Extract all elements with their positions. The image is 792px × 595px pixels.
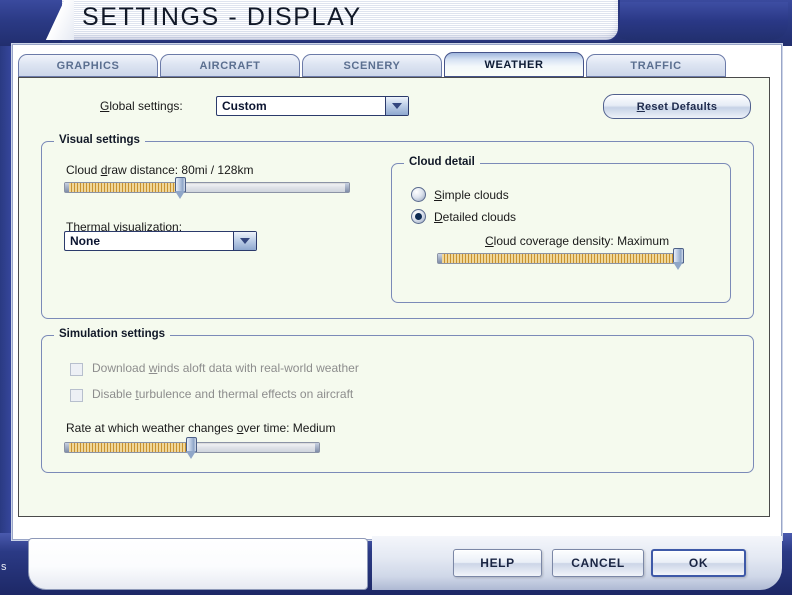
cloud-coverage-density-value: Maximum	[617, 234, 670, 248]
tab-scenery-label: SCENERY	[343, 59, 401, 72]
slider-fill	[65, 443, 192, 452]
slider-thumb-tip	[186, 451, 196, 459]
checkbox-disable-turbulence-label: Disable turbulence and thermal effects o…	[92, 387, 354, 401]
tab-strip: GRAPHICS AIRCRAFT SCENERY WEATHER TRAFFI…	[18, 52, 770, 78]
visual-settings-group: Visual settings Cloud detail Simple clou…	[41, 134, 754, 319]
radio-simple-clouds-label: Simple clouds	[434, 188, 509, 202]
cloud-coverage-density-slider[interactable]	[437, 248, 684, 270]
tab-aircraft-label: AIRCRAFT	[199, 59, 261, 72]
tab-graphics-label: GRAPHICS	[56, 59, 120, 72]
tab-traffic[interactable]: TRAFFIC	[586, 54, 726, 77]
slider-thumb[interactable]	[673, 248, 684, 271]
cancel-button-label: CANCEL	[571, 556, 625, 570]
bottom-info-panel	[28, 538, 368, 590]
tab-scenery[interactable]: SCENERY	[302, 54, 442, 77]
help-button[interactable]: HELP	[453, 549, 542, 577]
slider-cap-left	[65, 443, 69, 452]
cloud-draw-distance-value: 80mi / 128km	[181, 163, 254, 177]
tab-graphics[interactable]: GRAPHICS	[18, 54, 158, 77]
checkbox-disable-turbulence[interactable]	[70, 389, 83, 402]
reset-defaults-label: Reset Defaults	[636, 100, 718, 113]
settings-display-window: SETTINGS - DISPLAY GRAPHICS AIRCRAFT SCE…	[0, 0, 792, 595]
slider-cap-right	[345, 183, 349, 192]
chevron-down-icon[interactable]	[233, 232, 256, 250]
slider-thumb-body	[186, 437, 197, 452]
cloud-draw-distance-slider[interactable]	[64, 177, 350, 199]
radio-detailed-clouds[interactable]	[411, 209, 426, 224]
page-title: SETTINGS - DISPLAY	[82, 3, 362, 31]
slider-thumb-body	[175, 177, 186, 192]
slider-cap-right	[315, 443, 319, 452]
slider-thumb-tip	[175, 191, 185, 199]
weather-change-rate-label: Rate at which weather changes over time:…	[66, 421, 336, 435]
slider-fill	[65, 183, 181, 192]
reset-defaults-button[interactable]: Reset Defaults	[603, 94, 751, 119]
cancel-button[interactable]: CANCEL	[552, 549, 644, 577]
radio-detailed-clouds-label: Detailed clouds	[434, 210, 517, 224]
simulation-settings-legend: Simulation settings	[54, 328, 171, 340]
slider-thumb-body	[673, 248, 684, 263]
global-settings-value: Custom	[222, 99, 267, 113]
ok-button[interactable]: OK	[651, 549, 746, 577]
checkbox-download-winds-aloft-label: Download winds aloft data with real-worl…	[92, 361, 359, 375]
cloud-detail-group: Cloud detail Simple clouds Detailed clou…	[391, 156, 731, 303]
visual-settings-legend: Visual settings	[54, 134, 145, 146]
slider-fill	[438, 254, 683, 263]
slider-thumb[interactable]	[186, 437, 197, 460]
help-button-label: HELP	[480, 556, 515, 570]
weather-change-rate-value: Medium	[292, 421, 336, 435]
tab-aircraft[interactable]: AIRCRAFT	[160, 54, 300, 77]
global-settings-label-text: lobal settings:	[109, 99, 183, 113]
cloud-coverage-density-label: Cloud coverage density: Maximum	[485, 234, 670, 248]
tab-weather[interactable]: WEATHER	[444, 52, 584, 77]
cloud-draw-distance-label: Cloud draw distance: 80mi / 128km	[66, 163, 254, 177]
tab-traffic-label: TRAFFIC	[630, 59, 682, 72]
thermal-visualization-dropdown[interactable]: None	[64, 231, 257, 251]
chevron-down-icon[interactable]	[385, 97, 408, 115]
ok-button-label: OK	[688, 556, 709, 570]
window-edge-label: s	[1, 561, 7, 573]
thermal-visualization-value: None	[70, 234, 100, 248]
weather-change-rate-slider[interactable]	[64, 437, 320, 459]
slider-cap-left	[65, 183, 69, 192]
title-bar-cap	[612, 2, 788, 40]
global-settings-label: Global settings:	[100, 99, 183, 113]
slider-cap-left	[438, 254, 442, 263]
slider-thumb[interactable]	[175, 177, 186, 200]
global-settings-dropdown[interactable]: Custom	[216, 96, 409, 116]
tab-weather-label: WEATHER	[484, 58, 544, 71]
cloud-detail-legend: Cloud detail	[404, 156, 480, 168]
radio-selected-dot	[415, 213, 422, 220]
checkbox-download-winds-aloft[interactable]	[70, 363, 83, 376]
slider-thumb-tip	[673, 262, 683, 270]
radio-simple-clouds[interactable]	[411, 187, 426, 202]
